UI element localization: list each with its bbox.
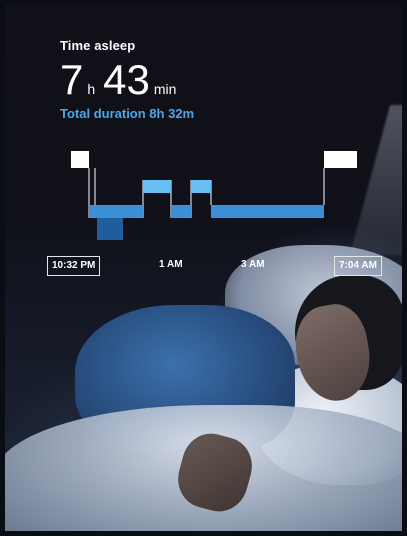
time-tick-3am: 3 AM — [241, 259, 265, 270]
time-tick-1am: 1 AM — [159, 259, 183, 270]
sleep-summary-overlay: Time asleep 7 h 43 min Total duration 8h 32… — [5, 5, 402, 285]
stage-light — [171, 205, 191, 218]
stage-light — [211, 205, 324, 218]
sleep-screen: Time asleep 7 h 43 min Total duration 8h 32… — [5, 5, 402, 531]
stage-rem — [143, 180, 171, 193]
end-time-label: 7:04 AM — [334, 256, 382, 276]
stage-light — [123, 205, 143, 218]
hypnogram-chart — [71, 151, 357, 240]
stage-awake-end — [324, 151, 357, 168]
start-time-label: 10:32 PM — [47, 256, 101, 276]
stage-rem — [191, 180, 211, 193]
stage-light — [89, 205, 123, 218]
stage-deep — [97, 218, 123, 240]
stage-awake-start — [71, 151, 89, 168]
